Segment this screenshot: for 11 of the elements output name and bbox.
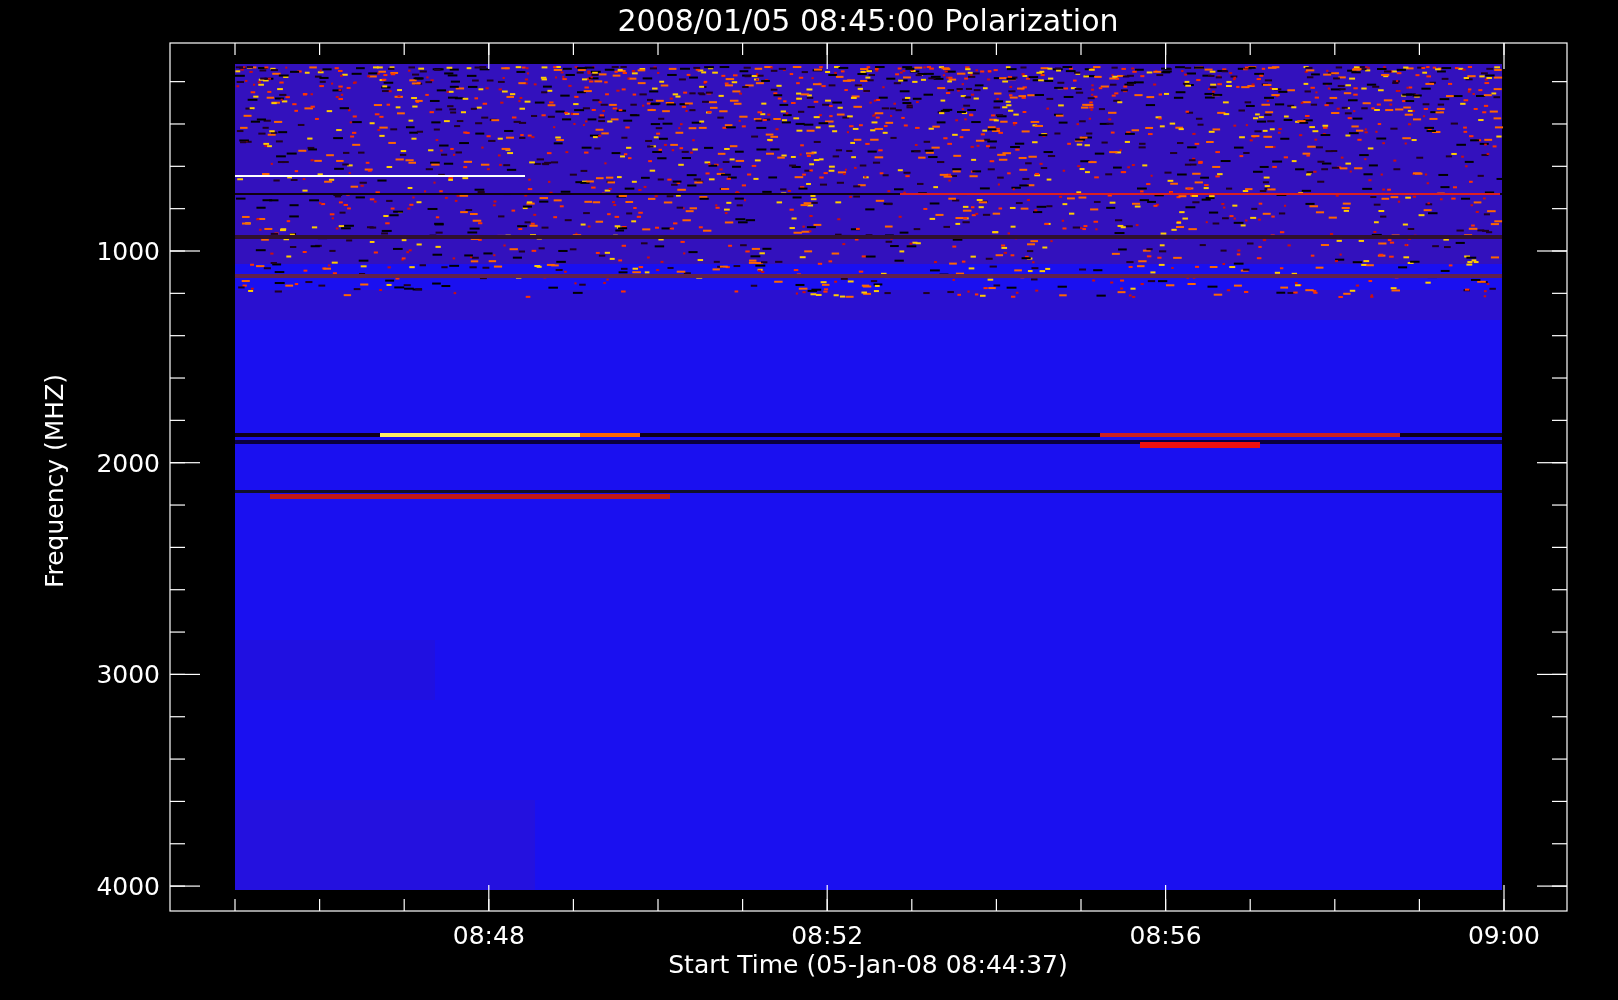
- y-tick-label: 4000: [96, 872, 160, 902]
- x-tick-label: 08:56: [1129, 921, 1202, 950]
- y-tick-label: 2000: [96, 448, 160, 478]
- x-tick-label: 08:52: [791, 921, 864, 950]
- x-axis-label: Start Time (05-Jan-08 08:44:37): [668, 950, 1068, 979]
- y-tick-label: 1000: [96, 237, 160, 266]
- plot-title: 2008/01/05 08:45:00 Polarization: [617, 3, 1119, 38]
- x-tick-label: 08:48: [452, 921, 525, 950]
- y-tick-label: 3000: [96, 660, 160, 690]
- x-tick-label: 09:00: [1468, 921, 1540, 950]
- y-axis-label: Frequency (MHZ): [40, 373, 69, 589]
